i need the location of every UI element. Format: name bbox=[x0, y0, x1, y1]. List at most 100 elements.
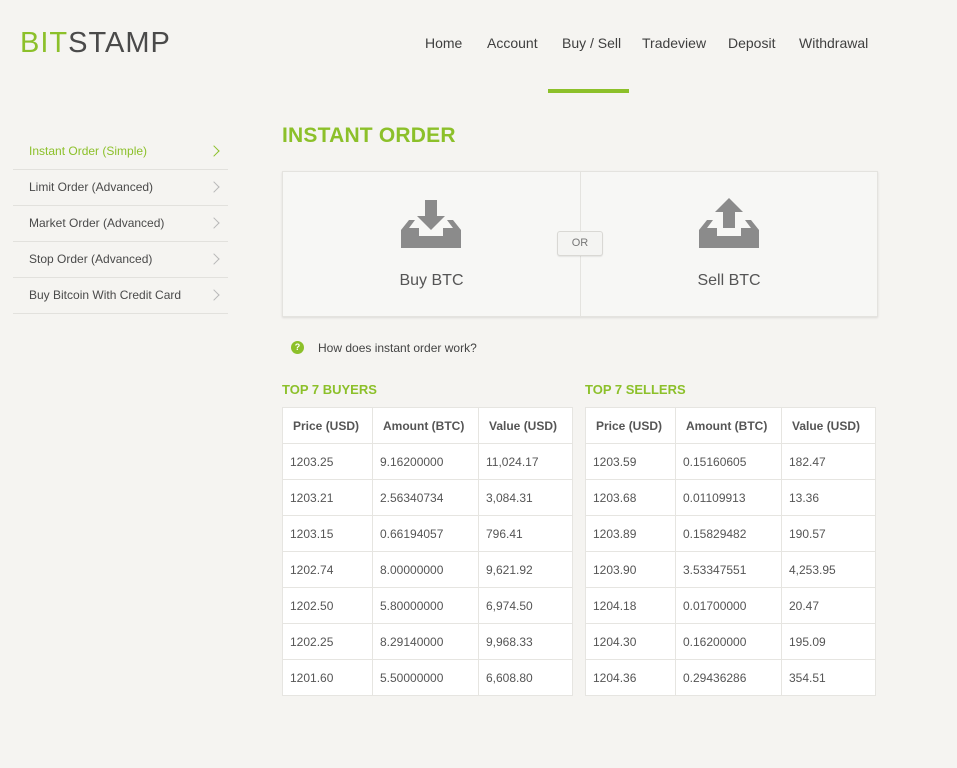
amount-cell: 8.00000000 bbox=[372, 551, 479, 588]
amount-cell: 0.15160605 bbox=[675, 443, 782, 480]
value-cell: 20.47 bbox=[781, 587, 876, 624]
amount-cell: 0.16200000 bbox=[675, 623, 782, 660]
value-cell: 4,253.95 bbox=[781, 551, 876, 588]
sell-btc-button[interactable]: Sell BTC bbox=[580, 172, 877, 316]
question-icon: ? bbox=[291, 341, 304, 354]
sidebar-item-credit-card[interactable]: Buy Bitcoin With Credit Card bbox=[13, 278, 228, 314]
amount-cell: 0.66194057 bbox=[372, 515, 479, 552]
price-cell: 1202.25 bbox=[282, 623, 373, 660]
price-cell: 1203.89 bbox=[585, 515, 676, 552]
value-cell: 195.09 bbox=[781, 623, 876, 660]
value-cell: 13.36 bbox=[781, 479, 876, 516]
nav-withdrawal[interactable]: Withdrawal bbox=[799, 34, 868, 52]
table-row: 1202.50 5.80000000 6,974.50 bbox=[282, 587, 573, 624]
help-text: How does instant order work? bbox=[318, 341, 477, 355]
chevron-right-icon bbox=[208, 253, 220, 265]
table-row: 1203.21 2.56340734 3,084.31 bbox=[282, 479, 573, 516]
amount-cell: 2.56340734 bbox=[372, 479, 479, 516]
value-cell: 11,024.17 bbox=[478, 443, 573, 480]
upload-tray-icon bbox=[699, 198, 759, 248]
buy-btc-label: Buy BTC bbox=[399, 272, 464, 289]
sellers-table: Price (USD) Amount (BTC) Value (USD) 120… bbox=[585, 407, 876, 696]
price-cell: 1203.59 bbox=[585, 443, 676, 480]
value-cell: 354.51 bbox=[781, 659, 876, 696]
buyers-rows: 1203.25 9.16200000 11,024.17 1203.21 2.56340… bbox=[282, 443, 573, 696]
page: BITSTAMP Home Account Buy / Sell Tradevi… bbox=[0, 0, 957, 768]
price-cell: 1203.15 bbox=[282, 515, 373, 552]
nav-account[interactable]: Account bbox=[487, 34, 538, 52]
table-row: 1202.25 8.29140000 9,968.33 bbox=[282, 623, 573, 660]
download-tray-icon bbox=[401, 200, 461, 248]
column-header-amount: Amount (BTC) bbox=[372, 407, 479, 444]
nav-tradeview[interactable]: Tradeview bbox=[642, 34, 706, 52]
nav-buy-sell[interactable]: Buy / Sell bbox=[562, 34, 621, 52]
sidebar-item-limit-order[interactable]: Limit Order (Advanced) bbox=[13, 170, 228, 206]
table-row: 1204.30 0.16200000 195.09 bbox=[585, 623, 876, 660]
amount-cell: 0.29436286 bbox=[675, 659, 782, 696]
nav-home[interactable]: Home bbox=[425, 34, 462, 52]
price-cell: 1203.90 bbox=[585, 551, 676, 588]
table-row: 1203.90 3.53347551 4,253.95 bbox=[585, 551, 876, 588]
or-separator: OR bbox=[557, 231, 603, 256]
sidebar-item-stop-order[interactable]: Stop Order (Advanced) bbox=[13, 242, 228, 278]
sell-btc-label: Sell BTC bbox=[697, 272, 761, 289]
column-header-value: Value (USD) bbox=[478, 407, 573, 444]
chevron-right-icon bbox=[208, 217, 220, 229]
sidebar-item-market-order[interactable]: Market Order (Advanced) bbox=[13, 206, 228, 242]
sidebar-item-label: Stop Order (Advanced) bbox=[29, 252, 153, 266]
price-cell: 1203.68 bbox=[585, 479, 676, 516]
instant-order-panel: Buy BTC Sell BTC OR bbox=[282, 171, 878, 317]
table-row: 1201.60 5.50000000 6,608.80 bbox=[282, 659, 573, 696]
amount-cell: 0.01700000 bbox=[675, 587, 782, 624]
amount-cell: 0.01109913 bbox=[675, 479, 782, 516]
table-header-row: Price (USD) Amount (BTC) Value (USD) bbox=[282, 407, 573, 444]
price-cell: 1204.36 bbox=[585, 659, 676, 696]
nav-deposit[interactable]: Deposit bbox=[728, 34, 775, 52]
value-cell: 190.57 bbox=[781, 515, 876, 552]
active-nav-indicator bbox=[548, 89, 629, 93]
price-cell: 1202.50 bbox=[282, 587, 373, 624]
table-header-row: Price (USD) Amount (BTC) Value (USD) bbox=[585, 407, 876, 444]
buyers-table: Price (USD) Amount (BTC) Value (USD) 120… bbox=[282, 407, 573, 696]
price-cell: 1202.74 bbox=[282, 551, 373, 588]
value-cell: 6,608.80 bbox=[478, 659, 573, 696]
main-nav: Home Account Buy / Sell Tradeview Deposi… bbox=[0, 34, 957, 54]
table-row: 1202.74 8.00000000 9,621.92 bbox=[282, 551, 573, 588]
price-cell: 1203.21 bbox=[282, 479, 373, 516]
column-header-price: Price (USD) bbox=[282, 407, 373, 444]
table-row: 1204.36 0.29436286 354.51 bbox=[585, 659, 876, 696]
amount-cell: 8.29140000 bbox=[372, 623, 479, 660]
sellers-rows: 1203.59 0.15160605 182.47 1203.68 0.01109913… bbox=[585, 443, 876, 696]
value-cell: 796.41 bbox=[478, 515, 573, 552]
buy-btc-button[interactable]: Buy BTC bbox=[283, 172, 580, 316]
value-cell: 9,621.92 bbox=[478, 551, 573, 588]
chevron-right-icon bbox=[208, 289, 220, 301]
price-cell: 1201.60 bbox=[282, 659, 373, 696]
column-header-value: Value (USD) bbox=[781, 407, 876, 444]
value-cell: 3,084.31 bbox=[478, 479, 573, 516]
table-row: 1203.59 0.15160605 182.47 bbox=[585, 443, 876, 480]
sidebar-item-instant-order[interactable]: Instant Order (Simple) bbox=[13, 134, 228, 170]
table-row: 1203.15 0.66194057 796.41 bbox=[282, 515, 573, 552]
amount-cell: 9.16200000 bbox=[372, 443, 479, 480]
amount-cell: 3.53347551 bbox=[675, 551, 782, 588]
table-row: 1203.89 0.15829482 190.57 bbox=[585, 515, 876, 552]
buyers-title: TOP 7 BUYERS bbox=[282, 382, 377, 397]
sidebar-item-label: Market Order (Advanced) bbox=[29, 216, 165, 230]
price-cell: 1204.18 bbox=[585, 587, 676, 624]
sidebar: Instant Order (Simple) Limit Order (Adva… bbox=[13, 134, 228, 314]
table-row: 1203.25 9.16200000 11,024.17 bbox=[282, 443, 573, 480]
table-row: 1204.18 0.01700000 20.47 bbox=[585, 587, 876, 624]
price-cell: 1204.30 bbox=[585, 623, 676, 660]
sidebar-item-label: Limit Order (Advanced) bbox=[29, 180, 154, 194]
amount-cell: 0.15829482 bbox=[675, 515, 782, 552]
chevron-right-icon bbox=[208, 181, 220, 193]
value-cell: 182.47 bbox=[781, 443, 876, 480]
table-row: 1203.68 0.01109913 13.36 bbox=[585, 479, 876, 516]
page-title: INSTANT ORDER bbox=[282, 124, 456, 147]
column-header-price: Price (USD) bbox=[585, 407, 676, 444]
amount-cell: 5.50000000 bbox=[372, 659, 479, 696]
sidebar-item-label: Instant Order (Simple) bbox=[29, 144, 148, 158]
column-header-amount: Amount (BTC) bbox=[675, 407, 782, 444]
value-cell: 9,968.33 bbox=[478, 623, 573, 660]
